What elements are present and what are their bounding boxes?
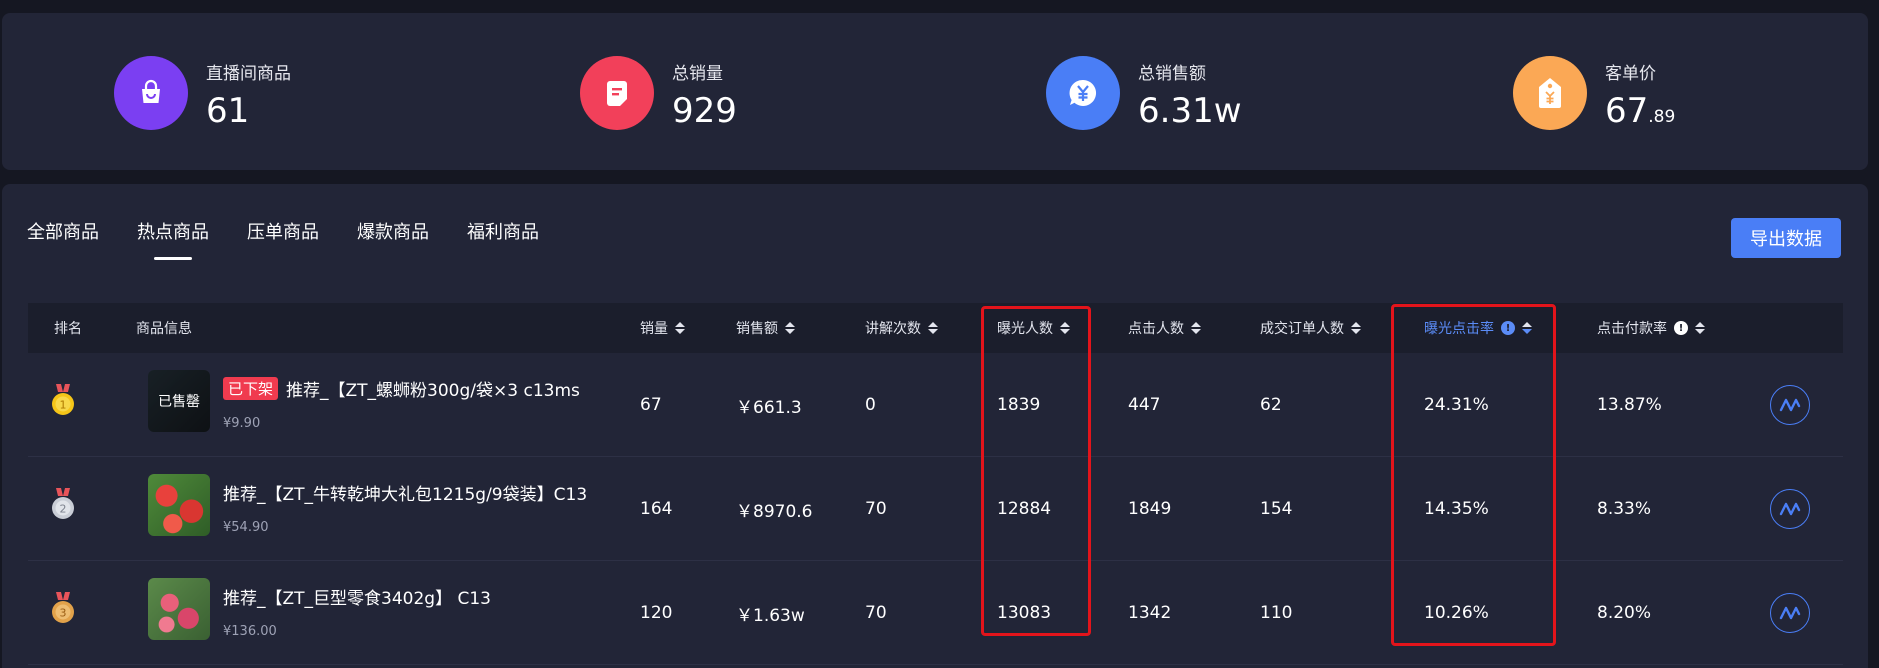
product-list-card: 全部商品 热点商品 压单商品 爆款商品 福利商品 导出数据 排名 商品信息 销量… bbox=[2, 184, 1868, 668]
tab-backlog-products[interactable]: 压单商品 bbox=[247, 218, 319, 244]
cell-ctr: 14.35% bbox=[1424, 499, 1489, 519]
cell-sales: 67 bbox=[640, 395, 662, 415]
cell-pay-rate: 8.33% bbox=[1597, 499, 1652, 519]
cell-clicks: 1342 bbox=[1128, 603, 1172, 623]
tab-welfare-products[interactable]: 福利商品 bbox=[467, 218, 539, 244]
column-header-revenue[interactable]: 销售额 bbox=[736, 303, 795, 353]
product-name[interactable]: 推荐_【ZT_巨型零食3402g】 C13 bbox=[223, 584, 491, 609]
stat-value: 61 bbox=[206, 90, 250, 131]
tab-hot-products[interactable]: 热点商品 bbox=[137, 218, 209, 244]
product-thumbnail[interactable] bbox=[148, 474, 210, 536]
table-row: 3 推荐_【ZT_巨型零食3402g】 C13 ¥136.00 120 ￥1.6… bbox=[28, 561, 1843, 665]
info-icon[interactable]: ! bbox=[1674, 321, 1688, 335]
shopping-bag-icon bbox=[114, 56, 188, 130]
stat-label: 总销量 bbox=[672, 63, 723, 84]
cell-revenue: ￥661.3 bbox=[736, 397, 802, 418]
stat-total-sales: 总销量 929 bbox=[580, 53, 737, 133]
delisted-badge: 已下架 bbox=[223, 377, 279, 400]
cell-exposure: 12884 bbox=[997, 499, 1052, 519]
product-price: ¥136.00 bbox=[223, 624, 277, 639]
trend-icon bbox=[1779, 502, 1801, 516]
sort-icon[interactable] bbox=[1522, 322, 1532, 334]
column-header-explain-count[interactable]: 讲解次数 bbox=[865, 303, 938, 353]
cell-orders: 110 bbox=[1260, 603, 1293, 623]
column-header-orders[interactable]: 成交订单人数 bbox=[1260, 303, 1361, 353]
table-row: 1 已售罄 已下架 推荐_【ZT_螺蛳粉300g/袋×3 c13ms ¥9.90… bbox=[28, 353, 1843, 457]
cell-orders: 154 bbox=[1260, 499, 1293, 519]
stat-value: 929 bbox=[672, 90, 737, 131]
trend-chart-button[interactable] bbox=[1770, 593, 1810, 633]
product-tabs: 全部商品 热点商品 压单商品 爆款商品 福利商品 bbox=[27, 218, 577, 244]
cell-ctr: 10.26% bbox=[1424, 603, 1489, 623]
stat-label: 直播间商品 bbox=[206, 63, 291, 84]
sold-out-overlay: 已售罄 bbox=[148, 370, 210, 432]
cell-clicks: 1849 bbox=[1128, 499, 1172, 519]
product-table: 排名 商品信息 销量 销售额 讲解次数 曝光人数 点击人数 成交订单人数 曝光点… bbox=[28, 303, 1843, 665]
cell-explain-count: 70 bbox=[865, 499, 887, 519]
table-row: 2 推荐_【ZT_牛转乾坤大礼包1215g/9袋装】C13 ¥54.90 164… bbox=[28, 457, 1843, 561]
cell-exposure: 1839 bbox=[997, 395, 1041, 415]
cell-ctr: 24.31% bbox=[1424, 395, 1489, 415]
export-data-button[interactable]: 导出数据 bbox=[1731, 218, 1841, 258]
trend-icon bbox=[1779, 398, 1801, 412]
yuan-bubble-icon bbox=[1046, 56, 1120, 130]
gold-medal-icon: 1 bbox=[52, 384, 74, 415]
cell-pay-rate: 8.20% bbox=[1597, 603, 1652, 623]
sort-icon[interactable] bbox=[1351, 322, 1361, 334]
price-tag-icon bbox=[1513, 56, 1587, 130]
sort-icon[interactable] bbox=[1191, 322, 1201, 334]
cell-clicks: 447 bbox=[1128, 395, 1161, 415]
tab-all-products[interactable]: 全部商品 bbox=[27, 218, 99, 244]
column-header-sales[interactable]: 销量 bbox=[640, 303, 685, 353]
cell-pay-rate: 13.87% bbox=[1597, 395, 1662, 415]
sort-icon[interactable] bbox=[928, 322, 938, 334]
product-price: ¥9.90 bbox=[223, 416, 261, 431]
bronze-medal-icon: 3 bbox=[52, 592, 74, 623]
product-thumbnail[interactable]: 已售罄 bbox=[148, 370, 210, 432]
trend-chart-button[interactable] bbox=[1770, 489, 1810, 529]
cell-explain-count: 70 bbox=[865, 603, 887, 623]
column-header-ctr[interactable]: 曝光点击率! bbox=[1424, 303, 1532, 353]
cell-sales: 120 bbox=[640, 603, 673, 623]
sort-icon[interactable] bbox=[1695, 322, 1705, 334]
svg-text:1: 1 bbox=[60, 399, 67, 412]
stat-label: 总销售额 bbox=[1138, 63, 1206, 84]
product-name[interactable]: 推荐_【ZT_牛转乾坤大礼包1215g/9袋装】C13 bbox=[223, 480, 587, 505]
trend-icon bbox=[1779, 606, 1801, 620]
stat-value: 67.89 bbox=[1605, 90, 1676, 131]
info-icon[interactable]: ! bbox=[1501, 321, 1515, 335]
sort-icon[interactable] bbox=[785, 322, 795, 334]
column-header-exposure[interactable]: 曝光人数 bbox=[997, 303, 1070, 353]
product-thumbnail[interactable] bbox=[148, 578, 210, 640]
column-header-rank: 排名 bbox=[54, 321, 82, 337]
svg-text:2: 2 bbox=[60, 503, 67, 516]
product-price: ¥54.90 bbox=[223, 520, 269, 535]
cell-explain-count: 0 bbox=[865, 395, 876, 415]
cell-sales: 164 bbox=[640, 499, 673, 519]
column-header-pay-rate[interactable]: 点击付款率! bbox=[1597, 303, 1705, 353]
tab-bestseller-products[interactable]: 爆款商品 bbox=[357, 218, 429, 244]
stat-total-revenue: 总销售额 6.31w bbox=[1046, 53, 1242, 133]
trend-chart-button[interactable] bbox=[1770, 385, 1810, 425]
document-icon bbox=[580, 56, 654, 130]
column-header-product-info: 商品信息 bbox=[136, 321, 192, 337]
svg-text:3: 3 bbox=[60, 607, 67, 620]
stat-avg-order-price: 客单价 67.89 bbox=[1513, 53, 1675, 133]
product-name[interactable]: 已下架 推荐_【ZT_螺蛳粉300g/袋×3 c13ms bbox=[223, 376, 580, 401]
cell-exposure: 13083 bbox=[997, 603, 1052, 623]
column-header-clicks[interactable]: 点击人数 bbox=[1128, 303, 1201, 353]
cell-revenue: ￥8970.6 bbox=[736, 501, 813, 522]
sort-icon[interactable] bbox=[1060, 322, 1070, 334]
stat-label: 客单价 bbox=[1605, 63, 1656, 84]
cell-orders: 62 bbox=[1260, 395, 1282, 415]
stat-value: 6.31w bbox=[1138, 90, 1242, 131]
stat-product-count: 直播间商品 61 bbox=[114, 53, 291, 133]
sort-icon[interactable] bbox=[675, 322, 685, 334]
stats-summary-card: 直播间商品 61 总销量 929 总销售额 6.31w 客单价 67.89 bbox=[2, 13, 1868, 170]
silver-medal-icon: 2 bbox=[52, 488, 74, 519]
table-header: 排名 商品信息 销量 销售额 讲解次数 曝光人数 点击人数 成交订单人数 曝光点… bbox=[28, 303, 1843, 353]
cell-revenue: ￥1.63w bbox=[736, 605, 805, 626]
